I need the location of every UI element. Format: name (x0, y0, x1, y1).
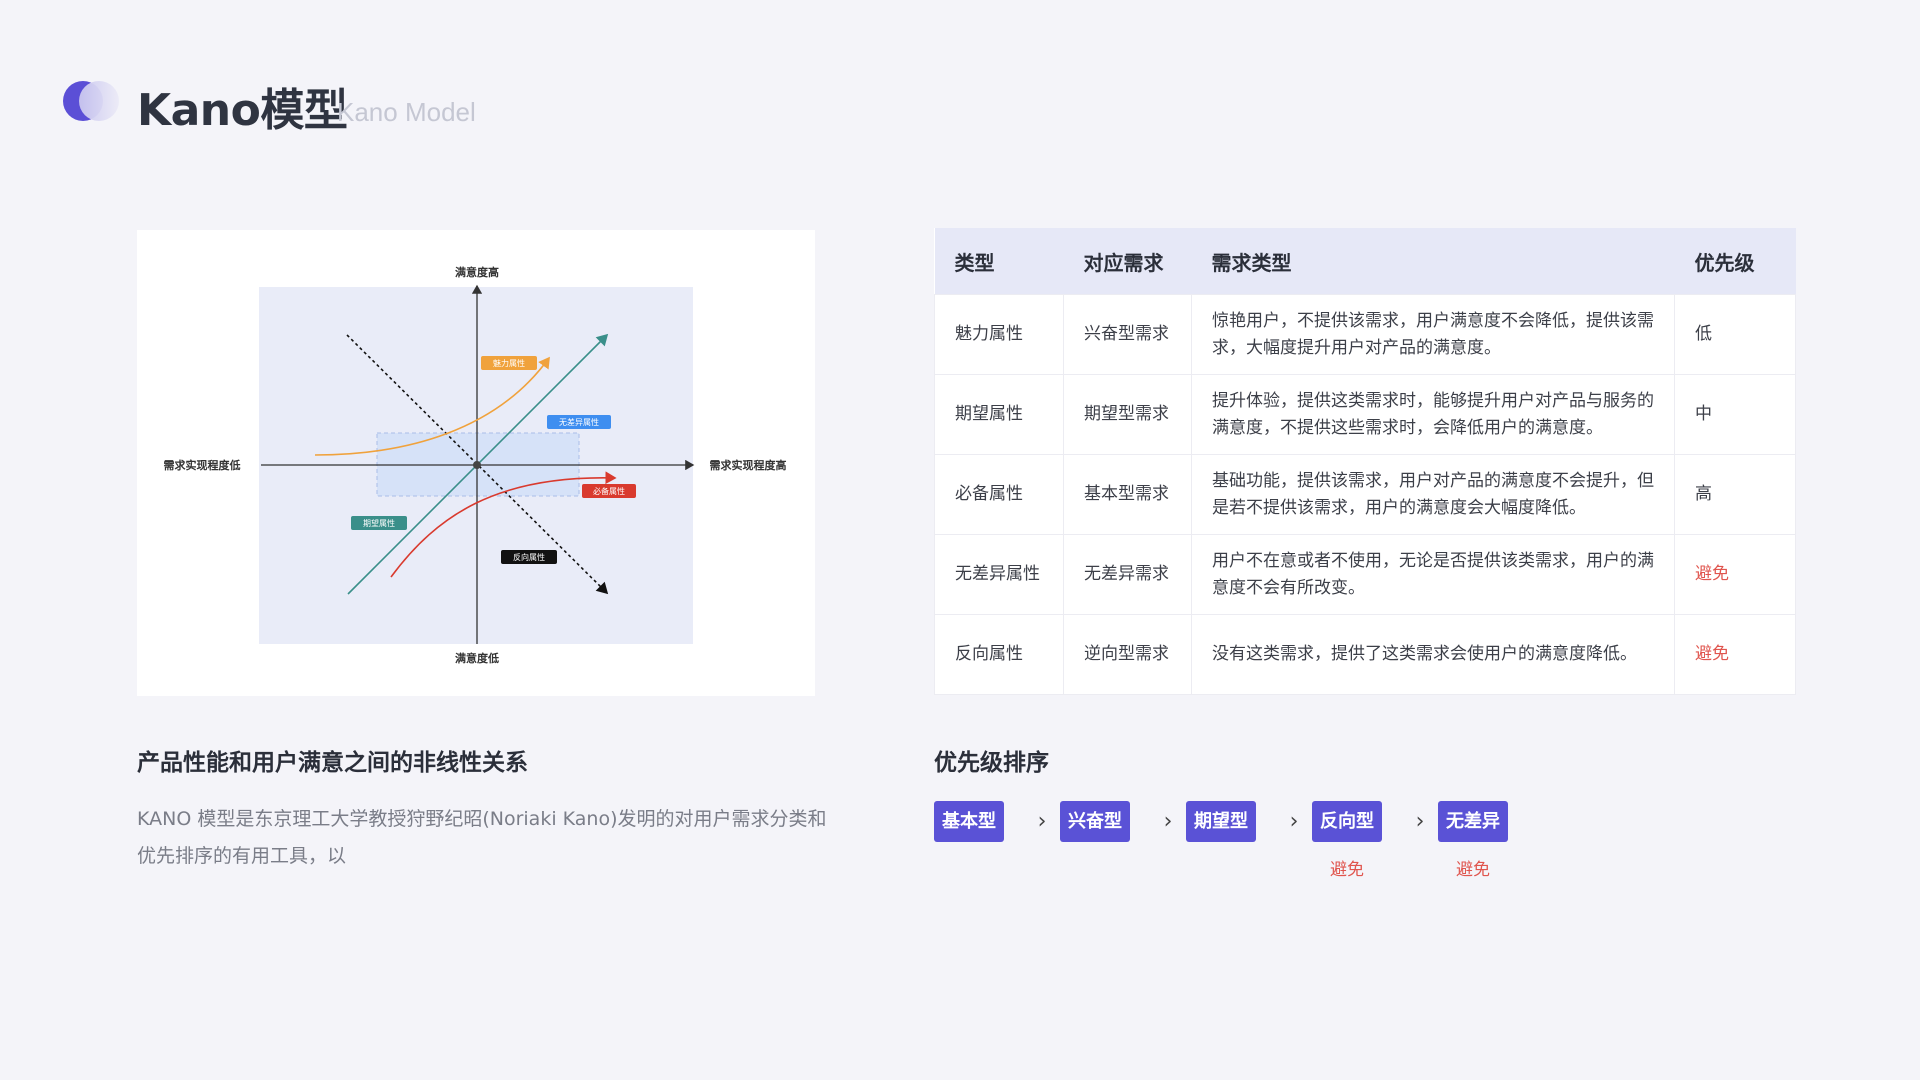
priority-note-indifferent: 避免 (1456, 860, 1490, 880)
priority-note-reverse: 避免 (1330, 860, 1364, 880)
priority-chip-expected: 期望型 (1186, 801, 1256, 842)
cell-type: 魅力属性 (934, 294, 1064, 375)
cell-desc: 没有这类需求，提供了这类需求会使用户的满意度降低。 (1191, 614, 1675, 695)
priority-chip-indifferent: 无差异 (1438, 801, 1508, 842)
tag-must-label: 必备属性 (593, 486, 625, 496)
kano-diagram: 满意度高 满意度低 需求实现程度低 需求实现程度高 魅力属性 无差异属性 必备属… (164, 265, 787, 665)
priority-chip-basic: 基本型 (934, 801, 1004, 842)
cell-need: 无差异需求 (1063, 534, 1192, 615)
logo-icon (63, 81, 121, 121)
tag-charm-label: 魅力属性 (493, 358, 525, 368)
cell-type: 反向属性 (934, 614, 1064, 695)
page-title: Kano模型 (137, 85, 348, 136)
page-subtitle: Kano Model (337, 97, 476, 127)
label-top: 满意度高 (455, 265, 499, 279)
table-row: 反向属性 逆向型需求 没有这类需求，提供了这类需求会使用户的满意度降低。 避免 (934, 614, 1796, 695)
cell-type: 必备属性 (934, 454, 1064, 535)
priority-heading: 优先级排序 (934, 750, 1049, 776)
cell-desc: 提升体验，提供这类需求时，能够提升用户对产品与服务的满意度，不提供这些需求时，会… (1191, 374, 1675, 455)
tag-indifferent-label: 无差异属性 (559, 417, 599, 427)
col-header-need: 对应需求 (1063, 228, 1192, 295)
label-bottom: 满意度低 (455, 651, 499, 665)
diagram-heading: 产品性能和用户满意之间的非线性关系 (137, 750, 528, 776)
chevron-right-icon: › (1415, 809, 1425, 834)
priority-chip-excitement: 兴奋型 (1060, 801, 1130, 842)
cell-priority: 低 (1674, 294, 1796, 375)
chevron-right-icon: › (1037, 809, 1047, 834)
col-header-type: 类型 (934, 228, 1064, 295)
cell-desc: 惊艳用户，不提供该需求，用户满意度不会降低，提供该需求，大幅度提升用户对产品的满… (1191, 294, 1675, 375)
table-row: 魅力属性 兴奋型需求 惊艳用户，不提供该需求，用户满意度不会降低，提供该需求，大… (934, 294, 1796, 375)
col-header-priority: 优先级 (1674, 228, 1796, 295)
diagram-description: KANO 模型是东京理工大学教授狩野纪昭(Noriaki Kano)发明的对用户… (137, 808, 827, 867)
cell-need: 基本型需求 (1063, 454, 1192, 535)
label-left: 需求实现程度低 (164, 458, 241, 472)
cell-need: 期望型需求 (1063, 374, 1192, 455)
priority-chip-reverse: 反向型 (1312, 801, 1382, 842)
tag-expected: 期望属性 (351, 516, 407, 530)
table-row: 必备属性 基本型需求 基础功能，提供该需求，用户对产品的满意度不会提升，但是若不… (934, 454, 1796, 535)
col-header-desc: 需求类型 (1191, 228, 1675, 295)
cell-type: 期望属性 (934, 374, 1064, 455)
cell-desc: 用户不在意或者不使用，无论是否提供该类需求，用户的满意度不会有所改变。 (1191, 534, 1675, 615)
origin-point (473, 461, 481, 469)
cell-priority: 避免 (1674, 614, 1796, 695)
table-row: 无差异属性 无差异需求 用户不在意或者不使用，无论是否提供该类需求，用户的满意度… (934, 534, 1796, 615)
cell-need: 兴奋型需求 (1063, 294, 1192, 375)
tag-reverse: 反向属性 (501, 550, 557, 564)
tag-charm: 魅力属性 (481, 356, 537, 370)
tag-reverse-label: 反向属性 (513, 552, 545, 562)
label-right: 需求实现程度高 (710, 458, 787, 472)
kano-table: 类型 对应需求 需求类型 优先级 魅力属性 兴奋型需求 惊艳用户，不提供该需求，… (934, 228, 1796, 695)
cell-desc: 基础功能，提供该需求，用户对产品的满意度不会提升，但是若不提供该需求，用户的满意… (1191, 454, 1675, 535)
cell-priority: 高 (1674, 454, 1796, 535)
table-row: 期望属性 期望型需求 提升体验，提供这类需求时，能够提升用户对产品与服务的满意度… (934, 374, 1796, 455)
chevron-right-icon: › (1289, 809, 1299, 834)
cell-priority: 中 (1674, 374, 1796, 455)
chevron-right-icon: › (1163, 809, 1173, 834)
logo-dot-secondary (79, 81, 119, 121)
cell-priority: 避免 (1674, 534, 1796, 615)
cell-need: 逆向型需求 (1063, 614, 1192, 695)
kano-diagram-card: 满意度高 满意度低 需求实现程度低 需求实现程度高 魅力属性 无差异属性 必备属… (137, 230, 815, 696)
tag-expected-label: 期望属性 (363, 518, 395, 528)
tag-must: 必备属性 (582, 484, 636, 498)
tag-indifferent: 无差异属性 (547, 415, 611, 429)
cell-type: 无差异属性 (934, 534, 1064, 615)
table-header-row: 类型 对应需求 需求类型 优先级 (934, 228, 1796, 295)
